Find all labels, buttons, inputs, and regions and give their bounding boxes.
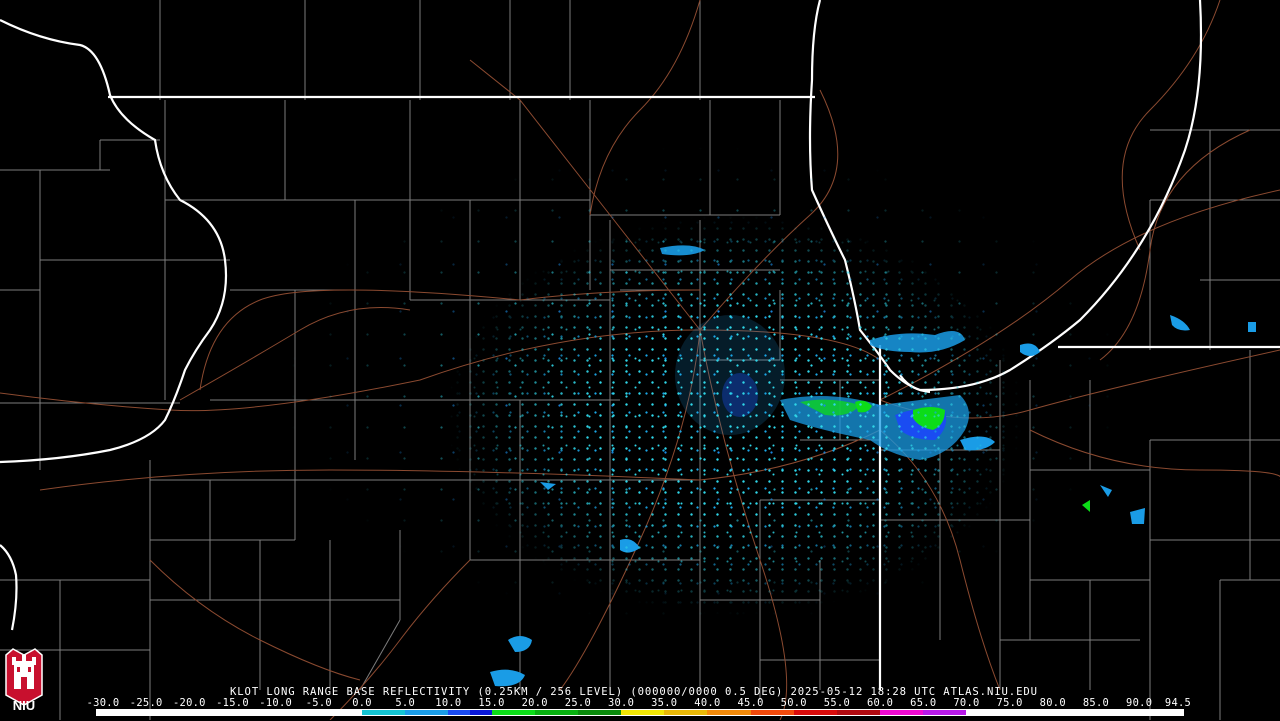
scale-tick-label: -25.0 <box>129 697 163 709</box>
mississippi-river-border <box>0 19 228 464</box>
scale-tick-label: 35.0 <box>651 697 678 709</box>
scale-tick-label: 40.0 <box>694 697 721 709</box>
scale-tick-label: 0.0 <box>352 697 372 709</box>
scale-tick-label: -15.0 <box>216 697 249 709</box>
lake-michigan-west-shore <box>808 0 1203 392</box>
scale-color-segment <box>469 710 492 715</box>
scale-color-segment <box>534 710 578 715</box>
scale-color-segment <box>621 710 665 715</box>
scale-tick-label: -5.0 <box>305 697 332 709</box>
scale-color-segment <box>97 710 363 715</box>
scale-tick-label: 25.0 <box>564 697 592 709</box>
scale-tick-label: 65.0 <box>910 697 937 709</box>
scale-tick-label: 85.0 <box>1082 697 1110 709</box>
scale-tick-label: -30.0 <box>86 697 120 709</box>
radar-basemap <box>0 0 1280 720</box>
scale-color-segment <box>966 710 1183 715</box>
scale-color-segment <box>405 710 449 715</box>
scale-color-segment <box>750 710 794 715</box>
scale-color-segment <box>664 710 708 715</box>
scale-tick-label: 70.0 <box>953 697 980 709</box>
scale-color-segment <box>448 710 470 715</box>
scale-color-segment <box>880 710 924 715</box>
scale-tick-label: 15.0 <box>478 697 505 709</box>
scale-tick-label: 10.0 <box>435 697 462 709</box>
scale-tick-label: 90.0 <box>1126 697 1153 709</box>
scale-tick-label: 94.5 <box>1164 697 1192 709</box>
scale-tick-label: 80.0 <box>1039 697 1066 709</box>
reflectivity-color-bar <box>96 709 1184 716</box>
scale-tick-label: 20.0 <box>521 697 548 709</box>
scale-tick-label: -20.0 <box>172 697 206 709</box>
scale-tick-label: 55.0 <box>823 697 851 709</box>
scale-tick-label: 45.0 <box>737 697 764 709</box>
scale-color-segment <box>793 710 837 715</box>
scale-tick-label: 30.0 <box>607 697 635 709</box>
scale-color-segment <box>836 710 881 715</box>
scale-color-segment <box>491 710 535 715</box>
scale-color-segment <box>577 710 622 715</box>
state-borders <box>0 0 1280 690</box>
scale-tick-label: -10.0 <box>259 697 293 709</box>
scale-color-segment <box>362 710 406 715</box>
scale-color-segment <box>923 710 967 715</box>
scale-tick-label: 60.0 <box>866 697 894 709</box>
scale-tick-label: 5.0 <box>395 697 416 709</box>
scale-color-segment <box>707 710 751 715</box>
reflectivity-scale-labels: -30.0 -25.0 -20.0 -15.0 -10.0 -5.0 0.0 5.0 10.0 1… <box>0 698 1280 709</box>
mississippi-river-lower <box>0 544 18 631</box>
highways <box>0 0 1280 720</box>
county-borders <box>0 0 1280 720</box>
scale-tick-label: 75.0 <box>996 697 1023 709</box>
scale-tick-label: 50.0 <box>780 697 807 709</box>
